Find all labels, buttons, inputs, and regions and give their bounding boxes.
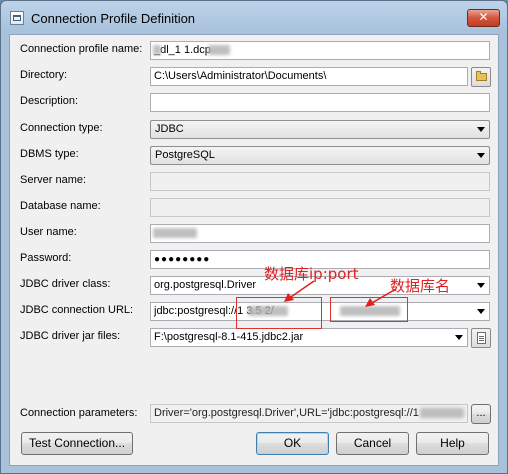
browse-directory-button[interactable]: [471, 67, 491, 87]
dropdown-arrow-icon: [477, 127, 485, 132]
dropdown-arrow-icon[interactable]: [455, 335, 463, 340]
ip-port-arrow-icon: [284, 280, 315, 302]
jdbc-driver-jar-files-combo[interactable]: F:\postgresql-8.1-415.jdbc2.jar: [150, 328, 468, 347]
browse-jar-files-button[interactable]: [471, 328, 491, 348]
dbms-type-dropdown[interactable]: PostgreSQL: [150, 146, 490, 165]
label-database-name: Database name:: [20, 200, 101, 212]
redaction-blur: [420, 408, 464, 418]
help-button[interactable]: Help: [416, 432, 489, 455]
description-field[interactable]: [150, 93, 490, 112]
window-title: Connection Profile Definition: [31, 11, 196, 26]
redaction-blur: [153, 45, 161, 55]
connection-profile-name-field[interactable]: _dl_1 1.dcp: [150, 41, 490, 60]
user-name-field[interactable]: [150, 224, 490, 243]
connection-type-value: JDBC: [155, 123, 184, 135]
jdbc-driver-jar-files-value: F:\postgresql-8.1-415.jdbc2.jar: [154, 331, 304, 343]
connection-profile-name-value: _dl_1 1.dcp: [154, 44, 211, 56]
dropdown-arrow-icon: [477, 153, 485, 158]
database-name-field: [150, 198, 490, 217]
cancel-button[interactable]: Cancel: [336, 432, 409, 455]
label-connection-profile-name: Connection profile name:: [20, 43, 143, 55]
redaction-blur: [153, 228, 197, 238]
dialog-window: Connection Profile Definition ✕ Connecti…: [0, 0, 508, 474]
label-jdbc-driver-jar-files: JDBC driver jar files:: [20, 330, 121, 342]
label-password: Password:: [20, 252, 72, 264]
label-user-name: User name:: [20, 226, 77, 238]
dropdown-arrow-icon[interactable]: [477, 283, 485, 288]
label-connection-type: Connection type:: [20, 122, 103, 134]
jdbc-driver-class-value: org.postgresql.Driver: [154, 279, 257, 291]
test-connection-button[interactable]: Test Connection...: [21, 432, 133, 455]
password-value: ●●●●●●●●: [154, 254, 211, 265]
label-dbms-type: DBMS type:: [20, 148, 79, 160]
dialog-body: Connection profile name: _dl_1 1.dcp Dir…: [9, 34, 499, 466]
directory-value: C:\Users\Administrator\Documents\: [154, 70, 327, 82]
edit-parameters-button[interactable]: ...: [471, 404, 491, 424]
title-bar[interactable]: Connection Profile Definition ✕: [1, 1, 507, 35]
close-icon[interactable]: ✕: [467, 9, 500, 27]
label-jdbc-connection-url: JDBC connection URL:: [20, 304, 134, 316]
label-jdbc-driver-class: JDBC driver class:: [20, 278, 111, 290]
db-name-arrow-icon: [365, 288, 397, 307]
server-name-field: [150, 172, 490, 191]
dbms-type-value: PostgreSQL: [155, 149, 215, 161]
redaction-blur: [208, 45, 230, 55]
dropdown-arrow-icon[interactable]: [477, 309, 485, 314]
label-directory: Directory:: [20, 69, 68, 81]
document-icon: [477, 332, 486, 344]
directory-field[interactable]: C:\Users\Administrator\Documents\: [150, 67, 468, 86]
app-icon: [10, 11, 24, 25]
label-server-name: Server name:: [20, 174, 87, 186]
connection-parameters-value: Driver='org.postgresql.Driver',URL='jdbc…: [154, 407, 419, 419]
folder-icon: [476, 71, 487, 81]
connection-type-dropdown[interactable]: JDBC: [150, 120, 490, 139]
ok-button[interactable]: OK: [256, 432, 329, 455]
label-description: Description:: [20, 95, 79, 107]
label-connection-parameters: Connection parameters:: [20, 407, 138, 419]
